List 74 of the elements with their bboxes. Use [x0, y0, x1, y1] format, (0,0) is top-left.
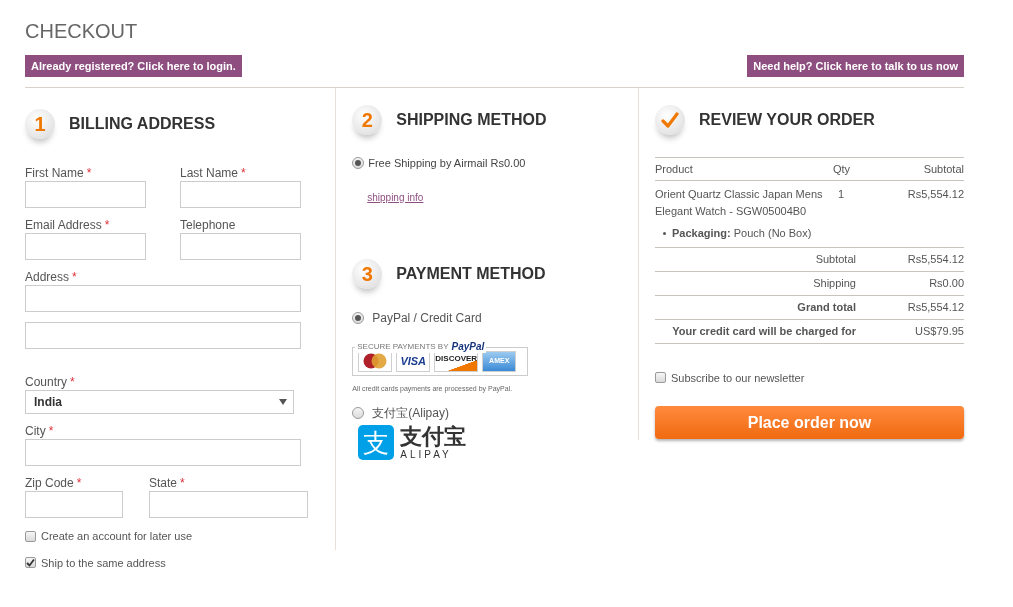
field-label: First Name	[25, 166, 84, 181]
total-value: US$79.95	[914, 323, 964, 339]
field-label: Address	[25, 270, 70, 285]
page-title: CHECKOUT	[25, 20, 139, 42]
field-label: Zip Code	[25, 476, 74, 491]
required-mark: *	[72, 270, 77, 285]
check-badge-icon	[655, 105, 685, 135]
column-header: Subtotal	[922, 161, 964, 177]
checkbox-label: Ship to the same address	[41, 555, 166, 571]
field-label: Telephone	[180, 218, 236, 233]
paypal-logo: PayPal	[451, 340, 485, 353]
text-field[interactable]	[180, 233, 301, 260]
required-mark: *	[180, 476, 185, 491]
column-header: Product	[655, 161, 694, 177]
section-heading: BILLING ADDRESS	[69, 114, 216, 134]
checkbox-label: Subscribe to our newsletter	[671, 370, 805, 386]
field-label: State	[149, 476, 178, 491]
column-header: Qty	[833, 161, 852, 177]
field-label: Last Name	[180, 166, 239, 181]
alipay-name: 支付宝	[400, 425, 467, 449]
required-mark: *	[76, 476, 82, 491]
required-mark: *	[48, 424, 54, 439]
step-number-badge: 3	[352, 258, 383, 289]
total-value: Rs0.00	[928, 275, 964, 291]
bullet-icon	[663, 231, 666, 235]
step-number-badge: 1	[25, 109, 55, 139]
country-dropdown[interactable]: India	[25, 390, 294, 414]
payment-option-label: PayPal / Credit Card	[372, 309, 482, 327]
text-field[interactable]	[149, 491, 308, 518]
section-heading: REVIEW YOUR ORDER	[699, 110, 875, 130]
badge-caption: SECURE PAYMENTS BY	[357, 341, 449, 352]
field-label: City	[25, 424, 46, 439]
text-field[interactable]	[25, 491, 123, 518]
text-field[interactable]	[25, 322, 301, 349]
text-field[interactable]	[180, 181, 301, 208]
top-link-button[interactable]: Need help? Click here to talk to us now	[747, 55, 964, 77]
required-mark: *	[241, 166, 246, 181]
radio-button[interactable]	[352, 311, 365, 324]
dropdown-value: India	[34, 394, 62, 411]
quantity: 1	[837, 187, 846, 202]
item-option: Packaging: Pouch (No Box)	[672, 225, 812, 242]
caret-icon	[279, 399, 287, 405]
field-label: Country	[25, 375, 68, 390]
total-label: Grand total	[796, 299, 856, 315]
required-mark: *	[104, 218, 110, 233]
text-field[interactable]	[25, 439, 301, 466]
product-name: Orient Quartz Classic Japan Mens Elegant Watch - SGW05004B0	[655, 187, 824, 219]
shipping-info-link[interactable]: shipping info	[367, 189, 424, 205]
checkbox[interactable]	[655, 372, 666, 384]
checkbox[interactable]	[25, 530, 36, 542]
text-field[interactable]	[25, 181, 146, 208]
total-label: Subtotal	[814, 251, 856, 267]
section-heading: SHIPPING METHOD	[396, 110, 547, 130]
total-value: Rs5,554.12	[906, 299, 964, 315]
shipping-option-label: Free Shipping by Airmail Rs0.00	[368, 156, 526, 171]
section-heading: PAYMENT METHOD	[396, 263, 546, 284]
checkbox-label: Create an account for later use	[41, 529, 193, 544]
payment-option-label: 支付宝(Alipay)	[372, 405, 449, 422]
text-field[interactable]	[25, 233, 146, 260]
alipay-latin: ALIPAY	[400, 449, 453, 460]
total-label: Shipping	[812, 275, 856, 291]
text-field[interactable]	[25, 285, 301, 312]
radio-button[interactable]	[352, 407, 365, 419]
checkbox[interactable]	[25, 557, 36, 569]
top-link-button[interactable]: Already registered? Click here to login.	[25, 55, 242, 77]
alipay-mark: 支	[358, 425, 395, 460]
radio-button[interactable]	[352, 157, 365, 170]
required-mark: *	[70, 375, 75, 390]
item-subtotal: Rs5,554.12	[906, 187, 964, 202]
required-mark: *	[86, 166, 92, 181]
total-value: Rs5,554.12	[906, 251, 964, 267]
step-number-badge: 2	[352, 105, 383, 135]
field-label: Email Address	[25, 218, 102, 233]
total-label: Your credit card will be charged for	[671, 323, 856, 339]
